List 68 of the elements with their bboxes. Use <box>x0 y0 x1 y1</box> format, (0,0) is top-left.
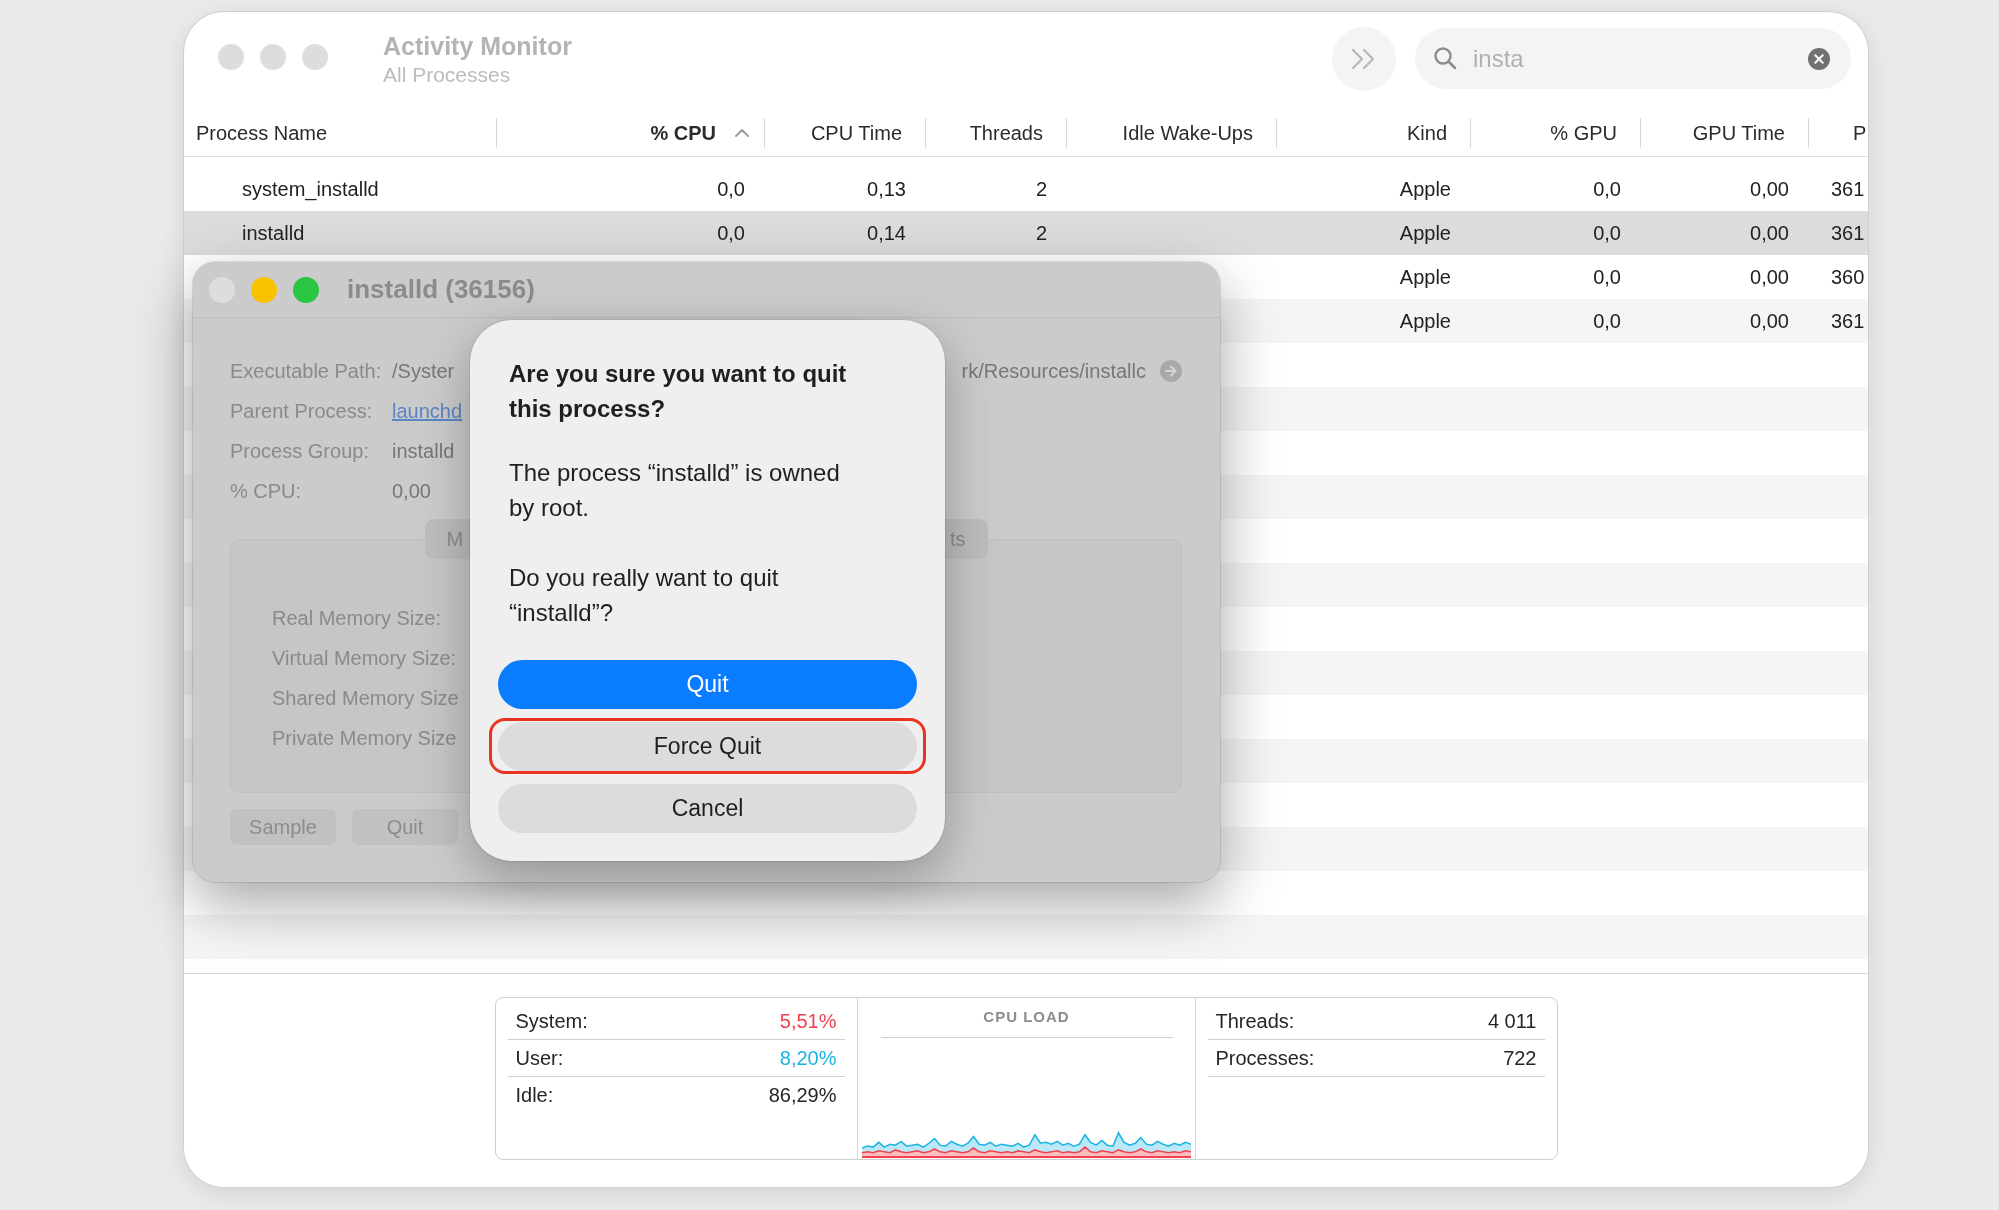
gpu-percent: 0,0 <box>1593 221 1621 244</box>
double-chevron-icon <box>1351 48 1377 70</box>
dialog-button[interactable]: Quit <box>498 660 917 709</box>
gpu-percent: 0,0 <box>1593 265 1621 288</box>
gpu-percent: 0,0 <box>1593 177 1621 200</box>
partial-number: 361 <box>1831 221 1865 244</box>
stat-label: System: <box>515 1009 588 1033</box>
dialog-message: The process “installd” is owned by root. <box>509 458 841 523</box>
field-label: % CPU: <box>230 479 302 503</box>
cpu-percent: 0,0 <box>717 177 745 200</box>
process-kind: Apple <box>1399 177 1451 200</box>
gpu-time: 0,00 <box>1750 177 1789 200</box>
table-row[interactable]: system_installd 0,0 0,13 2 Apple 0,0 0,00 361 <box>184 167 1868 211</box>
minimize-button[interactable] <box>251 276 277 303</box>
field-label: Virtual Memory Size: <box>272 646 457 669</box>
stat-value: 86,29% <box>768 1084 837 1107</box>
stat-value: 8,20% <box>779 1046 837 1070</box>
field-value: installd <box>392 439 455 463</box>
dialog-button[interactable]: Cancel <box>498 784 917 833</box>
thread-count: 2 <box>1035 221 1047 244</box>
dialog-title: Are you sure you want to quit this process? <box>509 359 848 424</box>
partial-number: 361 <box>1831 309 1865 332</box>
field-label: Process Group: <box>230 439 369 463</box>
stat-label: Threads: <box>1215 1009 1295 1033</box>
partial-number: 361 <box>1831 177 1865 200</box>
partial-number: 360 <box>1831 265 1865 288</box>
stat-value: 5,51% <box>779 1009 837 1033</box>
field-label: Executable Path: <box>230 359 382 383</box>
process-kind: Apple <box>1399 221 1451 244</box>
process-name: system_installd <box>242 177 379 200</box>
path-value: /Syster <box>392 359 455 383</box>
table-row[interactable]: Apple 0,0 0,00 360 <box>1277 255 1868 299</box>
column-header[interactable]: P <box>1809 110 1868 156</box>
path-value: rk/Resources/installc <box>961 359 1146 383</box>
thread-count: 2 <box>1035 177 1047 200</box>
process-kind: Apple <box>1399 265 1451 288</box>
dialog-button[interactable]: Force Quit <box>498 722 917 771</box>
field-value: 0,00 <box>392 479 431 503</box>
table-row[interactable]: installd 0,0 0,14 2 Apple 0,0 0,00 361 <box>184 211 1868 255</box>
chart-title: CPU LOAD <box>880 998 1173 1038</box>
field-label: Parent Process: <box>230 399 373 423</box>
window-title: installd (36156) <box>347 274 535 305</box>
field-label: Real Memory Size: <box>272 606 441 629</box>
gpu-percent: 0,0 <box>1593 309 1621 332</box>
chevron-up-icon <box>735 129 749 137</box>
gpu-time: 0,00 <box>1750 309 1789 332</box>
gpu-time: 0,00 <box>1750 265 1789 288</box>
field-label: Private Memory Size <box>272 726 457 749</box>
window-title: Activity Monitor <box>383 31 572 62</box>
dialog-message: Do you really want to quit “installd”? <box>509 563 780 628</box>
stat-label: Idle: <box>515 1084 554 1107</box>
cpu-time: 0,13 <box>867 177 906 200</box>
arrow-circle-icon[interactable] <box>1160 360 1182 382</box>
cpu-percent: 0,0 <box>717 221 745 244</box>
stat-value: 722 <box>1503 1046 1537 1070</box>
window-subtitle: All Processes <box>383 62 511 88</box>
cpu-time: 0,14 <box>867 221 906 244</box>
table-row[interactable]: Apple 0,0 0,00 361 <box>1277 299 1868 343</box>
process-name: installd <box>242 221 305 244</box>
search-icon <box>1433 46 1457 70</box>
field-label: Shared Memory Size <box>272 686 459 709</box>
stat-label: Processes: <box>1215 1046 1315 1070</box>
zoom-button[interactable] <box>293 276 319 303</box>
clear-icon[interactable] <box>1808 48 1830 70</box>
gpu-time: 0,00 <box>1750 221 1789 244</box>
process-kind: Apple <box>1399 309 1451 332</box>
stat-label: User: <box>515 1046 564 1070</box>
stat-value: 4 011 <box>1487 1009 1537 1033</box>
